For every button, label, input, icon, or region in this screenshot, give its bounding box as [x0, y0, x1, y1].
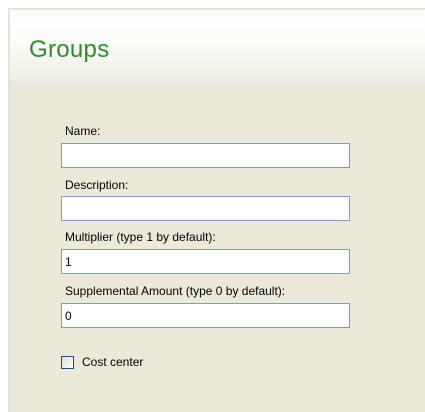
description-input[interactable]	[61, 196, 350, 221]
description-label: Description:	[65, 178, 129, 192]
page-title: Groups	[29, 36, 110, 63]
supplemental-amount-label: Supplemental Amount (type 0 by default):	[65, 284, 286, 298]
panel-header: Groups	[10, 10, 425, 82]
supplemental-amount-input[interactable]	[61, 303, 350, 328]
cost-center-row[interactable]: Cost center	[61, 354, 143, 370]
name-input[interactable]	[61, 143, 350, 168]
multiplier-label: Multiplier (type 1 by default):	[65, 230, 216, 244]
name-label: Name:	[65, 124, 101, 138]
cost-center-checkbox[interactable]	[61, 355, 74, 369]
cost-center-label[interactable]: Cost center	[82, 355, 143, 369]
multiplier-input[interactable]	[61, 249, 350, 274]
groups-panel: Groups Name: Description: Multiplier (ty…	[8, 8, 425, 412]
